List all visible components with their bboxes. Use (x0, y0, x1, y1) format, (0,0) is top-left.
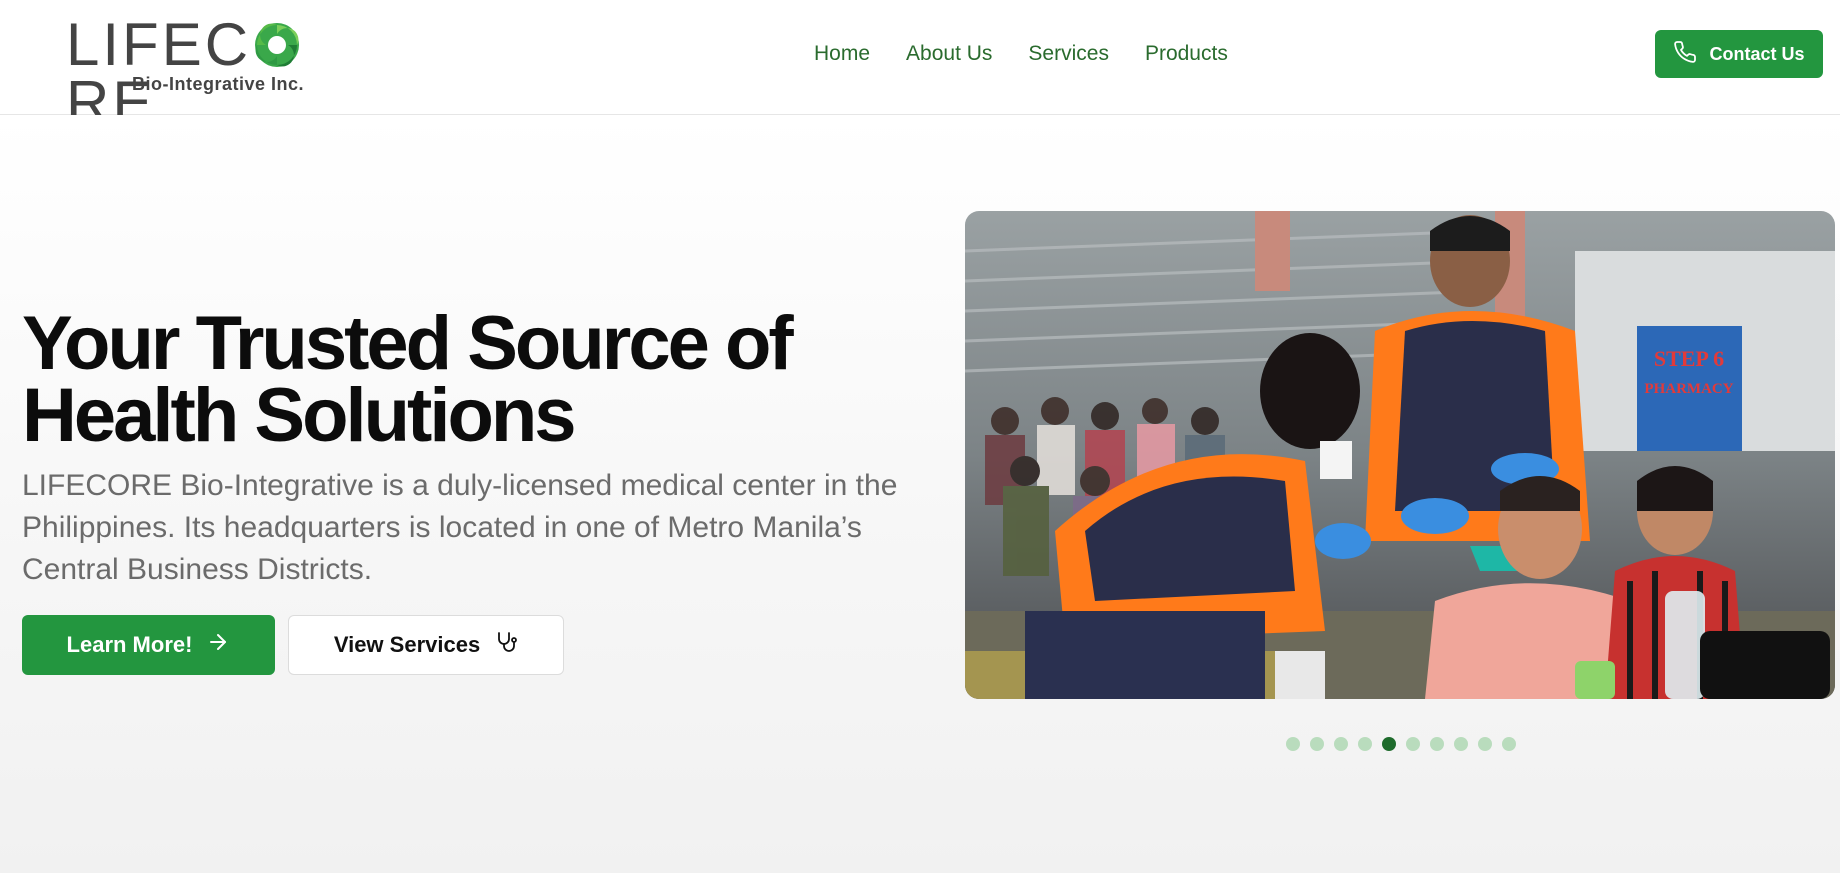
hero-title-line2: Health Solutions (22, 373, 577, 458)
hero-image: STEP 6 PHARMACY (965, 211, 1835, 699)
learn-more-button[interactable]: Learn More! (22, 615, 275, 675)
carousel-dot-9[interactable] (1478, 737, 1492, 751)
photo-banner-step: STEP 6 (1654, 346, 1724, 371)
phone-icon (1673, 40, 1697, 69)
carousel-dot-7[interactable] (1430, 737, 1444, 751)
carousel-dot-1[interactable] (1286, 737, 1300, 751)
carousel-dots (1286, 737, 1516, 751)
carousel-dot-5-active[interactable] (1382, 737, 1396, 751)
brand-wordmark: LIFEC RE (66, 11, 376, 133)
learn-more-label: Learn More! (66, 632, 193, 657)
nav-item-about-us[interactable]: About Us (906, 40, 992, 70)
main-nav: Home About Us Services Products (814, 40, 1264, 70)
site-header: LIFEC RE Bio-Integrative Inc. Home About… (0, 0, 1840, 133)
carousel-dot-3[interactable] (1334, 737, 1348, 751)
contact-us-button[interactable]: Contact Us (1655, 30, 1823, 78)
brand-name-part2: EC (161, 11, 252, 78)
carousel-dot-6[interactable] (1406, 737, 1420, 751)
nav-item-products[interactable]: Products (1145, 40, 1228, 70)
brand-logo[interactable]: LIFEC RE Bio-Integrative Inc. (66, 11, 376, 133)
arrow-right-icon (206, 630, 230, 660)
view-services-button[interactable]: View Services (288, 615, 564, 675)
carousel-dot-4[interactable] (1358, 737, 1372, 751)
photo-banner-pharmacy: PHARMACY (1644, 381, 1733, 397)
carousel-dot-8[interactable] (1454, 737, 1468, 751)
view-services-label: View Services (333, 632, 481, 657)
hero-description: LIFECORE Bio-Integrative is a duly-licen… (22, 469, 898, 586)
brand-subtitle: Bio-Integrative Inc. (132, 74, 305, 94)
hero-title: Your Trusted Source of Health Solutions (22, 306, 882, 454)
logo-swirl-icon (252, 20, 302, 70)
nav-item-services[interactable]: Services (1028, 40, 1109, 70)
hero-section: Your Trusted Source of Health Solutions … (0, 115, 1840, 873)
carousel-dot-2[interactable] (1310, 737, 1324, 751)
nav-item-home[interactable]: Home (814, 40, 870, 70)
brand-name-part1: LIF (66, 11, 162, 78)
carousel-dot-10[interactable] (1502, 737, 1516, 751)
contact-us-label: Contact Us (1709, 43, 1805, 64)
stethoscope-icon (494, 630, 518, 660)
